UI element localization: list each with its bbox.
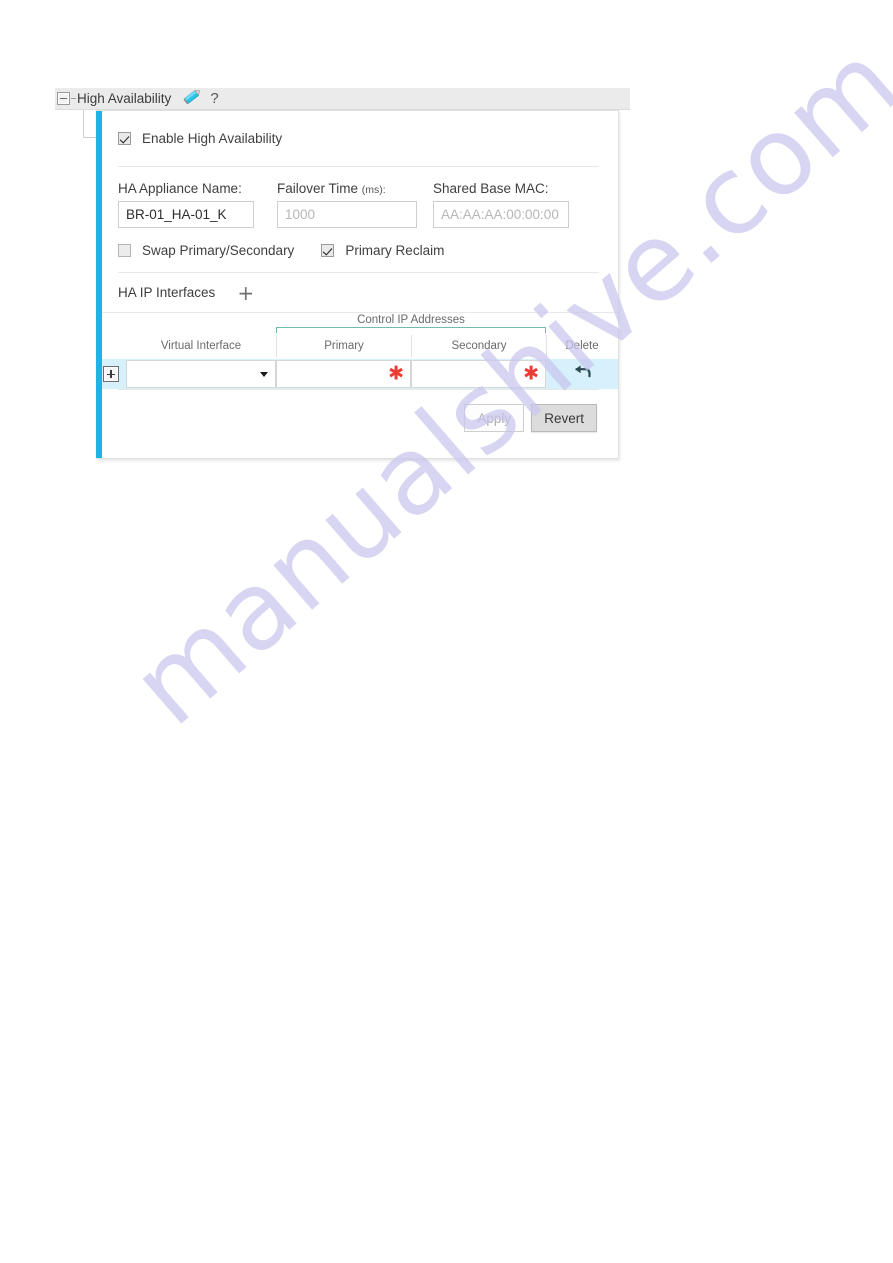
primary-reclaim-label: Primary Reclaim (345, 242, 445, 258)
tree-line-vertical (83, 110, 84, 138)
apply-button[interactable]: Apply (464, 404, 525, 432)
shared-base-mac-field: Shared Base MAC: (433, 181, 569, 228)
fields-row: HA Appliance Name: Failover Time (ms): S… (118, 181, 599, 228)
field-gap (254, 181, 277, 228)
page-root: manualshive.com High Availability ? Enab… (0, 0, 893, 1263)
accent-bar (96, 111, 102, 458)
enable-ha-row[interactable]: Enable High Availability (118, 111, 599, 167)
ha-appliance-name-input[interactable] (118, 201, 254, 228)
primary-reclaim-checkbox[interactable] (321, 243, 335, 257)
swap-primary-secondary-checkbox[interactable] (118, 243, 131, 257)
failover-time-field: Failover Time (ms): (277, 181, 417, 228)
th-virtual-interface: Virtual Interface (160, 340, 242, 352)
ha-ip-interfaces-bar: HA IP Interfaces + (118, 273, 599, 312)
panel-inner-actions: Apply Revert (96, 389, 618, 446)
th-delete: Delete (546, 335, 617, 357)
swap-primary-secondary-label: Swap Primary/Secondary (142, 242, 295, 258)
control-ip-addresses-bracket (276, 327, 546, 333)
tree-line-horizontal (83, 137, 96, 138)
th-secondary: Secondary (411, 335, 546, 357)
required-asterisk-icon: ✱ (388, 362, 404, 385)
enable-ha-checkbox[interactable] (118, 132, 131, 145)
page-title: High Availability (77, 91, 172, 106)
add-ha-ip-interface-icon[interactable]: + (237, 283, 254, 303)
virtual-interface-select[interactable] (126, 360, 276, 388)
table-row: ✱ ✱ (96, 359, 618, 389)
undo-arrow-icon[interactable] (572, 364, 592, 385)
content-panel: Enable High Availability HA Appliance Na… (96, 110, 619, 459)
primary-ip-input[interactable]: ✱ (276, 360, 411, 388)
shared-base-mac-input[interactable] (433, 201, 569, 228)
secondary-ip-input[interactable]: ✱ (411, 360, 546, 388)
minus-square-icon[interactable] (57, 92, 70, 105)
delete-row-button[interactable] (546, 359, 617, 389)
revert-button[interactable]: Revert (531, 404, 597, 432)
plus-square-icon[interactable] (103, 366, 119, 382)
failover-time-label-text: Failover Time (277, 181, 359, 196)
actions-row: Apply Revert (118, 389, 599, 446)
high-availability-panel: High Availability ? Enable High Availabi… (55, 88, 630, 459)
ha-appliance-name-field: HA Appliance Name: (118, 181, 254, 228)
enable-ha-label: Enable High Availability (142, 131, 283, 146)
field-gap-2 (417, 181, 433, 228)
tree-connector (71, 98, 76, 99)
control-ip-addresses-group-label: Control IP Addresses (357, 314, 465, 326)
panel-body-wrapper: Enable High Availability HA Appliance Na… (55, 110, 630, 459)
help-icon[interactable]: ? (210, 91, 218, 106)
panel-bottom-padding (96, 446, 618, 458)
table-header-row: Virtual Interface Primary Secondary Dele… (96, 333, 618, 359)
panel-inner: Enable High Availability HA Appliance Na… (96, 111, 618, 312)
panel-header: High Availability ? (55, 88, 630, 110)
ha-ip-interfaces-title: HA IP Interfaces (118, 285, 216, 300)
failover-time-input[interactable] (277, 201, 417, 228)
table-group-header-row: Control IP Addresses (96, 313, 618, 333)
ha-ip-interfaces-table: Control IP Addresses Virtual Interface P… (96, 312, 618, 389)
failover-time-unit: (ms): (361, 184, 386, 196)
th-primary: Primary (276, 335, 411, 357)
required-asterisk-icon: ✱ (523, 362, 539, 385)
ha-settings-fields: HA Appliance Name: Failover Time (ms): S… (118, 167, 599, 272)
chevron-down-icon (260, 372, 268, 377)
toggles-row: Swap Primary/Secondary Primary Reclaim (118, 228, 599, 272)
pencil-icon[interactable] (182, 88, 202, 110)
failover-time-label: Failover Time (ms): (277, 181, 417, 196)
ha-appliance-name-label: HA Appliance Name: (118, 181, 242, 196)
shared-base-mac-label: Shared Base MAC: (433, 181, 549, 196)
